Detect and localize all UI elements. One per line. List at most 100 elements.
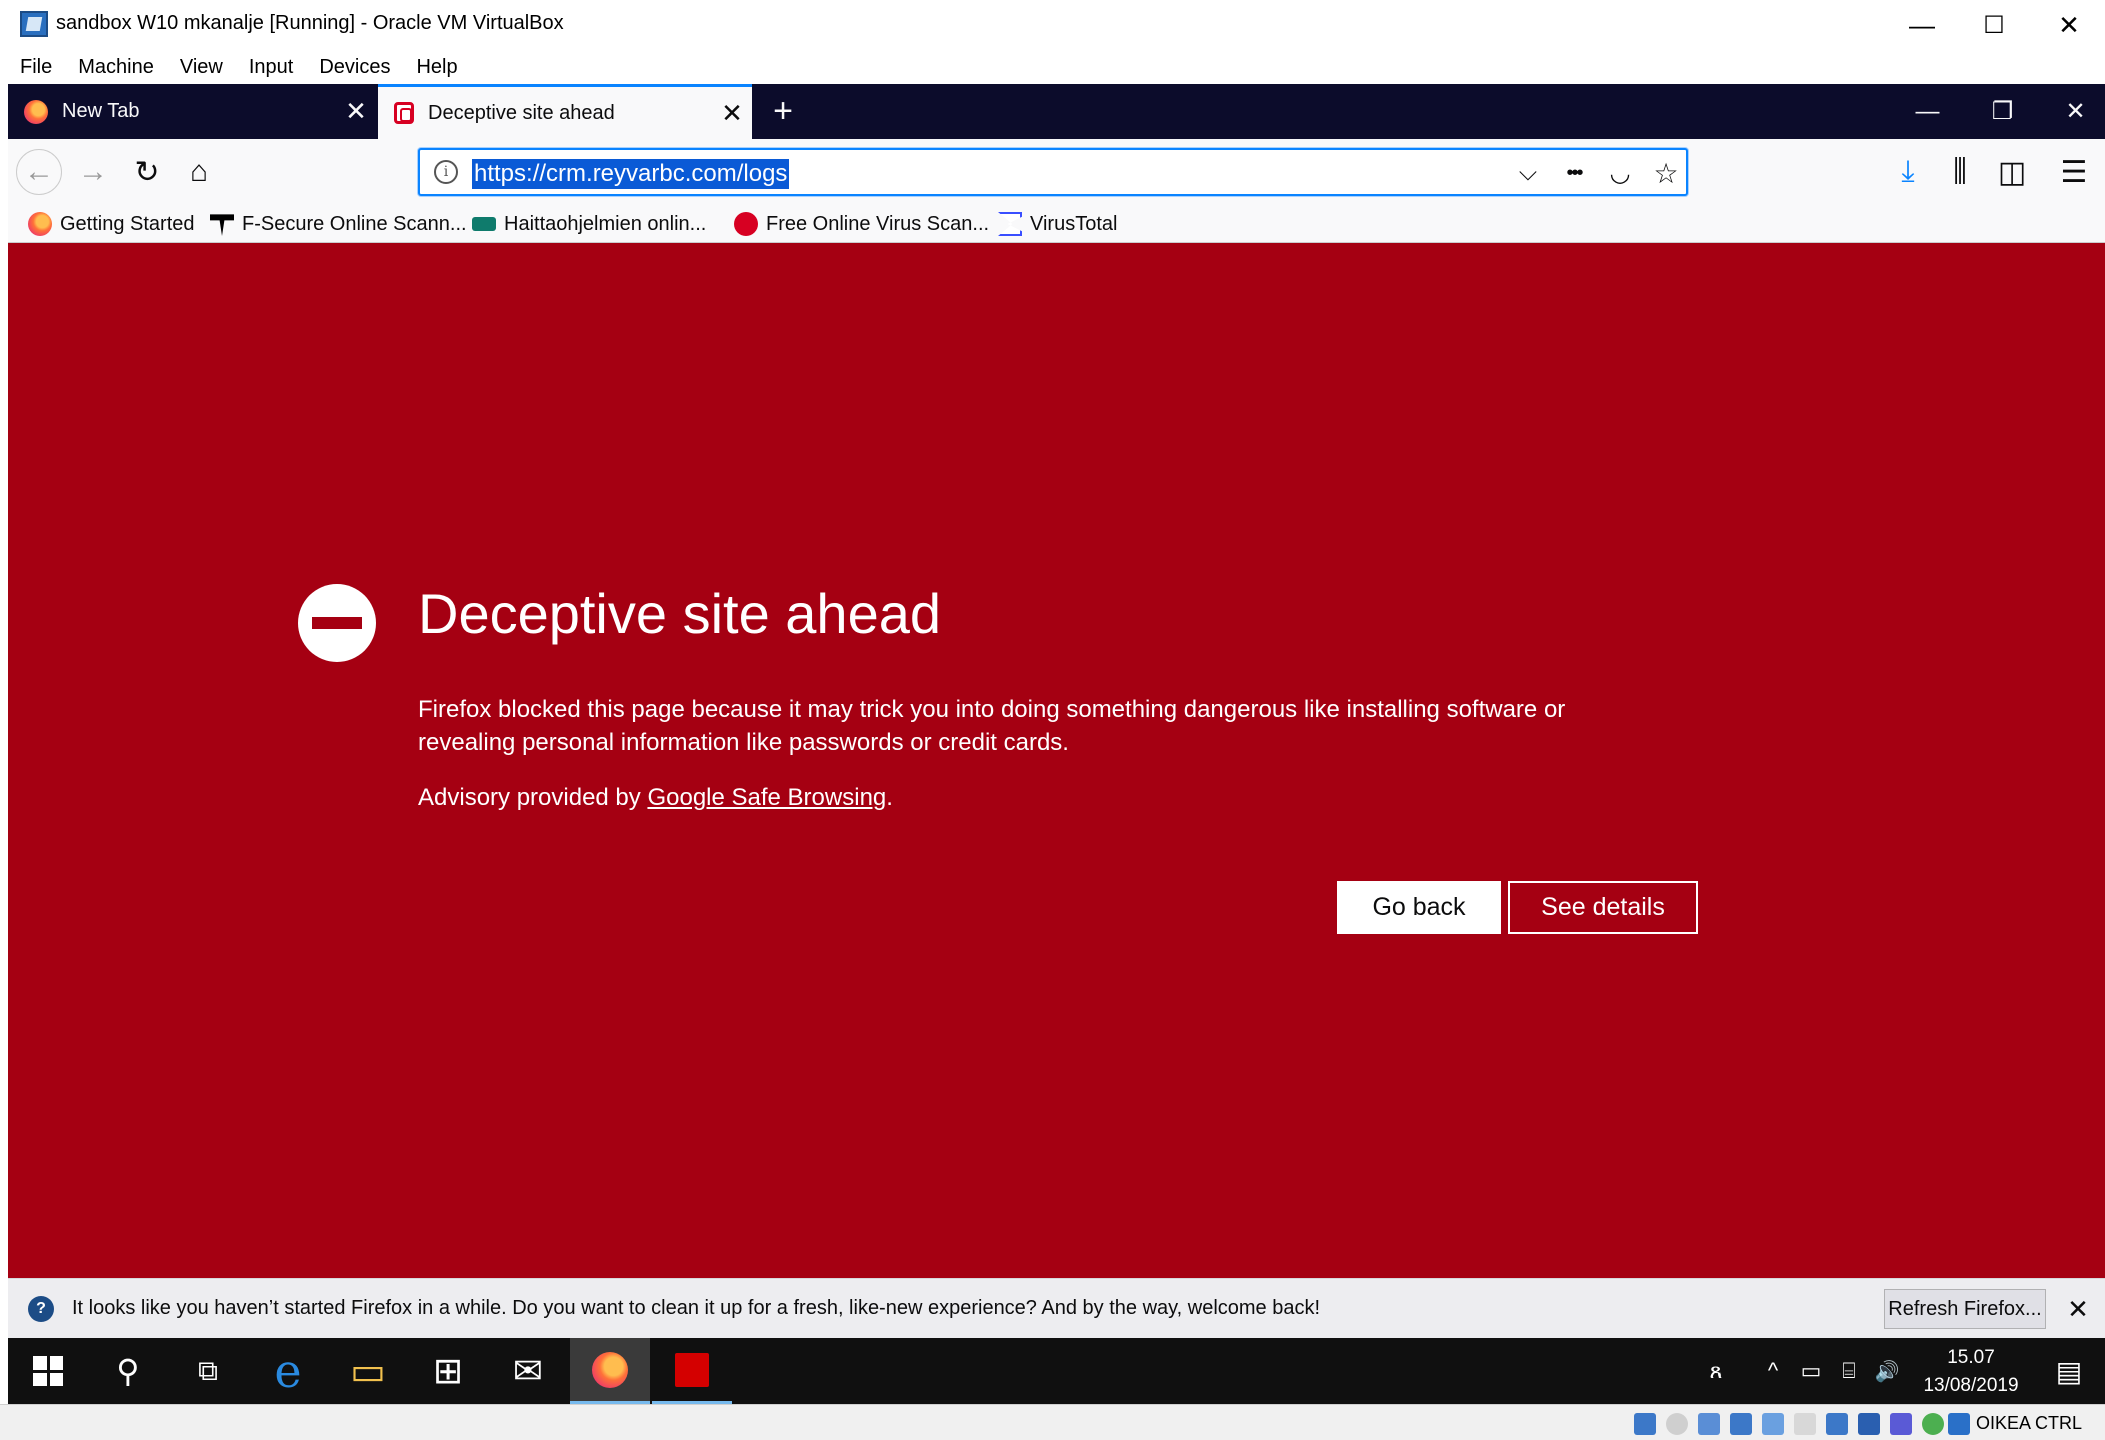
bookmarks-toolbar: Getting Started F-Secure Online Scann...… — [8, 205, 2105, 243]
acrobat-icon — [675, 1352, 709, 1387]
stop-icon — [298, 584, 376, 662]
edge-icon[interactable]: e — [248, 1338, 328, 1404]
firefox-restore-button[interactable]: ❐ — [1965, 84, 2040, 139]
window-title: sandbox W10 mkanalje [Running] - Oracle … — [56, 12, 564, 34]
taskbar-clock[interactable]: 15.07 13/08/2019 — [1906, 1344, 2036, 1400]
bookmark-haittaohjelmien[interactable]: Haittaohjelmien onlin... — [472, 205, 706, 243]
download-icon[interactable]: ⤓ — [1885, 149, 1931, 195]
go-back-button[interactable]: Go back — [1337, 881, 1501, 934]
bookmark-free-online-virus-scan[interactable]: Free Online Virus Scan... — [734, 205, 989, 243]
tab-deceptive-site[interactable]: Deceptive site ahead ✕ — [378, 84, 752, 139]
bookmark-label: Haittaohjelmien onlin... — [504, 212, 707, 235]
new-tab-button[interactable]: + — [763, 84, 803, 139]
back-arrow-icon[interactable]: ← — [16, 149, 62, 195]
audio-icon[interactable] — [1698, 1413, 1720, 1435]
virtualbox-title-bar: sandbox W10 mkanalje [Running] - Oracle … — [0, 0, 2105, 50]
search-icon[interactable]: ⚲ — [88, 1338, 168, 1404]
bookmark-label: Free Online Virus Scan... — [766, 212, 990, 235]
f-secure-icon — [210, 214, 234, 236]
virus-scan-icon — [734, 212, 758, 236]
windows-logo-icon — [33, 1356, 63, 1386]
sidebar-icon[interactable]: ◫ — [1989, 149, 2035, 195]
volume-icon[interactable]: 🔊 — [1870, 1338, 1904, 1404]
page-description: Firefox blocked this page because it may… — [418, 696, 1566, 756]
question-icon: ? — [28, 1296, 54, 1322]
chip-icon — [472, 217, 496, 231]
virustotal-icon — [998, 212, 1022, 236]
page-actions-icon[interactable]: ••• — [1554, 154, 1594, 192]
virtualbox-menu-bar: File Machine View Input Devices Help — [0, 50, 2105, 84]
hard-disk-icon[interactable] — [1634, 1413, 1656, 1435]
advisory-suffix: . — [886, 784, 893, 811]
library-icon[interactable]: ⫼ — [1937, 149, 1983, 195]
vt-x-icon[interactable] — [1890, 1413, 1912, 1435]
tab-new-tab[interactable]: New Tab ✕ — [8, 84, 376, 139]
refresh-firefox-button[interactable]: Refresh Firefox... — [1884, 1289, 2046, 1329]
menu-help[interactable]: Help — [403, 50, 470, 84]
tab-close-icon[interactable]: ✕ — [336, 96, 376, 127]
notification-close-icon[interactable]: ✕ — [2058, 1289, 2098, 1329]
hamburger-menu-icon[interactable]: ☰ — [2051, 149, 2097, 195]
recording-icon[interactable] — [1858, 1413, 1880, 1435]
bookmark-star-icon[interactable]: ☆ — [1646, 154, 1686, 192]
menu-input[interactable]: Input — [236, 50, 306, 84]
taskbar-firefox[interactable] — [570, 1338, 650, 1404]
guest-additions-icon[interactable] — [1922, 1413, 1944, 1435]
google-safe-browsing-link[interactable]: Google Safe Browsing — [647, 784, 886, 811]
advisory-text: Advisory provided by Google Safe Browsin… — [418, 784, 893, 812]
see-details-button[interactable]: See details — [1508, 881, 1698, 934]
firefox-minimize-button[interactable]: — — [1890, 84, 1965, 139]
firefox-close-button[interactable]: ✕ — [2038, 84, 2105, 139]
maximize-button[interactable]: ☐ — [1958, 0, 2030, 50]
site-info-icon[interactable]: i — [434, 160, 458, 184]
display-icon[interactable] — [1826, 1413, 1848, 1435]
virtualbox-status-bar: OIKEA CTRL — [0, 1404, 2105, 1440]
url-dropdown-icon[interactable]: ⌵ — [1508, 154, 1548, 192]
firefox-tab-strip: New Tab ✕ Deceptive site ahead ✕ + — ❐ ✕ — [8, 84, 2105, 139]
menu-machine[interactable]: Machine — [65, 50, 167, 84]
advisory-prefix: Advisory provided by — [418, 784, 648, 811]
start-button[interactable] — [8, 1338, 88, 1404]
menu-view[interactable]: View — [167, 50, 236, 84]
optical-drive-icon[interactable] — [1666, 1413, 1688, 1435]
url-bar[interactable]: i https://crm.reyvarbc.com/logs ⌵ ••• ◡ … — [418, 148, 1688, 196]
close-window-button[interactable]: ✕ — [2033, 0, 2105, 50]
file-explorer-icon[interactable]: ▭ — [328, 1338, 408, 1404]
home-icon[interactable]: ⌂ — [176, 149, 222, 195]
firefox-icon — [24, 99, 48, 124]
forward-arrow-icon[interactable]: → — [70, 149, 116, 195]
url-input[interactable]: https://crm.reyvarbc.com/logs — [472, 159, 790, 189]
mouse-integration-icon[interactable] — [1948, 1413, 1970, 1435]
menu-devices[interactable]: Devices — [306, 50, 403, 84]
tab-close-icon[interactable]: ✕ — [712, 98, 752, 129]
notification-message: It looks like you haven’t started Firefo… — [72, 1297, 1321, 1319]
tray-chevron-icon[interactable]: ^ — [1756, 1338, 1790, 1404]
network-adapter-icon[interactable] — [1730, 1413, 1752, 1435]
shared-folders-icon[interactable] — [1794, 1413, 1816, 1435]
warning-page-icon — [394, 102, 414, 124]
action-center-icon[interactable]: ▤ — [2044, 1338, 2094, 1404]
bookmark-getting-started[interactable]: Getting Started — [28, 205, 195, 243]
bookmark-virustotal[interactable]: VirusTotal — [998, 205, 1117, 243]
host-key-label: OIKEA CTRL — [1976, 1413, 2083, 1433]
taskbar-acrobat[interactable] — [652, 1338, 732, 1404]
reload-icon[interactable]: ↻ — [124, 149, 170, 195]
network-icon[interactable]: ⌸ — [1832, 1338, 1866, 1404]
minimize-button[interactable]: — — [1886, 0, 1958, 50]
bookmark-f-secure[interactable]: F-Secure Online Scann... — [210, 205, 467, 243]
task-view-icon[interactable]: ⧉ — [168, 1338, 248, 1404]
store-icon[interactable]: ⊞ — [408, 1338, 488, 1404]
people-icon[interactable]: ጸ — [1696, 1338, 1736, 1404]
pocket-icon[interactable]: ◡ — [1600, 154, 1640, 192]
bookmark-label: F-Secure Online Scann... — [242, 212, 467, 235]
menu-file[interactable]: File — [0, 50, 65, 84]
virtualbox-app-icon — [20, 11, 48, 37]
page-title: Deceptive site ahead — [418, 582, 942, 645]
notification-bar: ? It looks like you haven’t started Fire… — [8, 1278, 2105, 1338]
deceptive-site-page: Deceptive site ahead Firefox blocked thi… — [8, 243, 2105, 1278]
usb-icon[interactable] — [1762, 1413, 1784, 1435]
tab-label: New Tab — [62, 100, 140, 122]
mail-icon[interactable]: ✉ — [488, 1338, 568, 1404]
firefox-icon — [592, 1351, 628, 1388]
battery-icon[interactable]: ▭ — [1794, 1338, 1828, 1404]
